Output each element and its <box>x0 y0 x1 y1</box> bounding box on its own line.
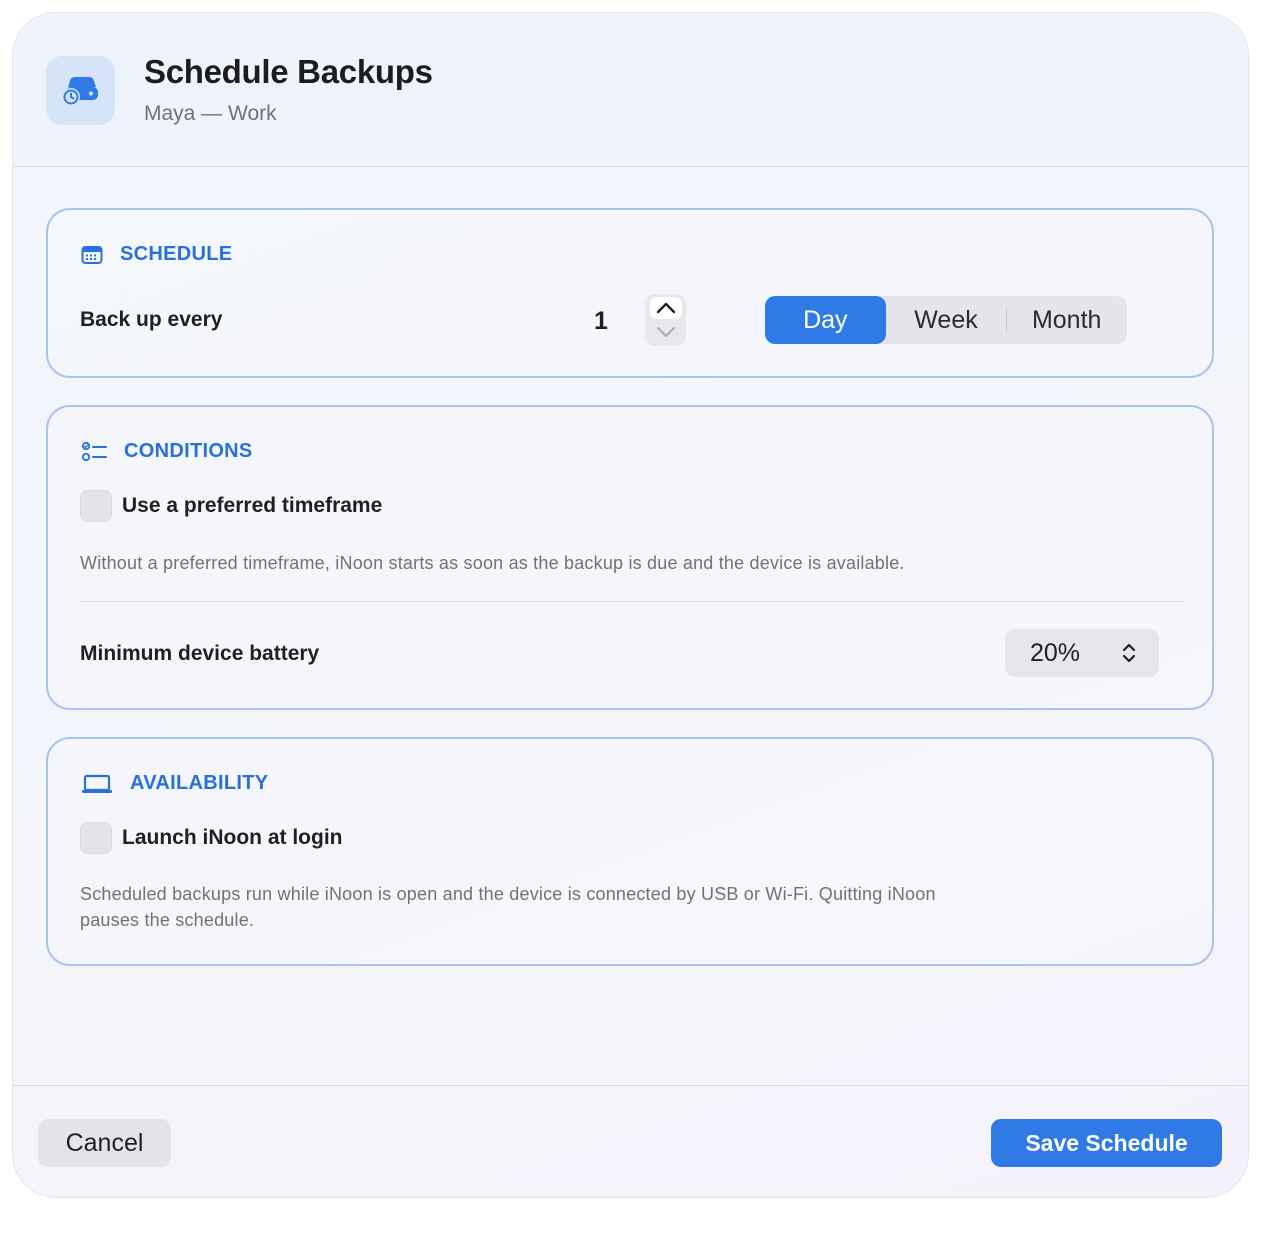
schedule-section: SCHEDULE Back up every 1 Day Week Month <box>46 208 1214 378</box>
schedule-section-title: SCHEDULE <box>120 243 233 265</box>
preferred-timeframe-checkbox[interactable] <box>80 490 112 522</box>
preferred-timeframe-label: Use a preferred timeframe <box>122 494 383 517</box>
availability-help-line-2: pauses the schedule. <box>80 910 255 930</box>
save-schedule-button[interactable]: Save Schedule <box>991 1119 1222 1167</box>
device-subtitle: Maya — Work <box>144 102 277 125</box>
battery-value: 20% <box>1030 638 1081 667</box>
dialog-title: Schedule Backups <box>144 53 433 90</box>
drive-history-icon <box>46 56 115 125</box>
schedule-backups-dialog: Schedule Backups Maya — Work SCHEDULE Ba… <box>12 12 1249 1198</box>
conditions-section: CONDITIONS Use a preferred timeframe Wit… <box>46 405 1214 710</box>
minimum-battery-label: Minimum device battery <box>80 642 320 665</box>
segment-day[interactable]: Day <box>765 296 886 344</box>
interval-value: 1 <box>594 307 608 335</box>
launch-at-login-label: Launch iNoon at login <box>122 826 343 849</box>
interval-stepper[interactable] <box>645 294 686 346</box>
checklist-icon <box>81 441 107 463</box>
availability-help: Scheduled backups run while iNoon is ope… <box>80 881 1160 933</box>
conditions-divider <box>80 601 1183 602</box>
footer-divider <box>13 1085 1248 1086</box>
segment-month[interactable]: Month <box>1006 296 1127 344</box>
dialog-header: Schedule Backups Maya — Work <box>13 13 1248 167</box>
minimum-battery-popup[interactable]: 20% <box>1005 629 1159 677</box>
interval-unit-segmented-control[interactable]: Day Week Month <box>765 296 1127 344</box>
availability-help-line-1: Scheduled backups run while iNoon is ope… <box>80 884 936 904</box>
chevron-up-icon <box>656 302 675 314</box>
availability-section: AVAILABILITY Launch iNoon at login Sched… <box>46 737 1214 966</box>
availability-section-header: AVAILABILITY <box>81 772 268 795</box>
conditions-section-title: CONDITIONS <box>124 440 253 462</box>
up-down-chevron-icon <box>1122 643 1136 663</box>
conditions-section-header: CONDITIONS <box>81 440 253 463</box>
back-up-every-label: Back up every <box>80 308 223 331</box>
stepper-increment-button[interactable] <box>649 297 682 319</box>
availability-section-title: AVAILABILITY <box>130 772 269 794</box>
schedule-section-header: SCHEDULE <box>81 243 232 266</box>
segment-week[interactable]: Week <box>886 296 1007 344</box>
chevron-down-icon <box>656 327 675 337</box>
laptop-icon <box>81 774 113 794</box>
preferred-timeframe-help: Without a preferred timeframe, iNoon sta… <box>80 553 905 573</box>
cancel-button[interactable]: Cancel <box>38 1119 171 1167</box>
stepper-decrement-button[interactable] <box>650 321 682 343</box>
launch-at-login-checkbox[interactable] <box>80 822 112 854</box>
calendar-icon <box>81 245 103 265</box>
